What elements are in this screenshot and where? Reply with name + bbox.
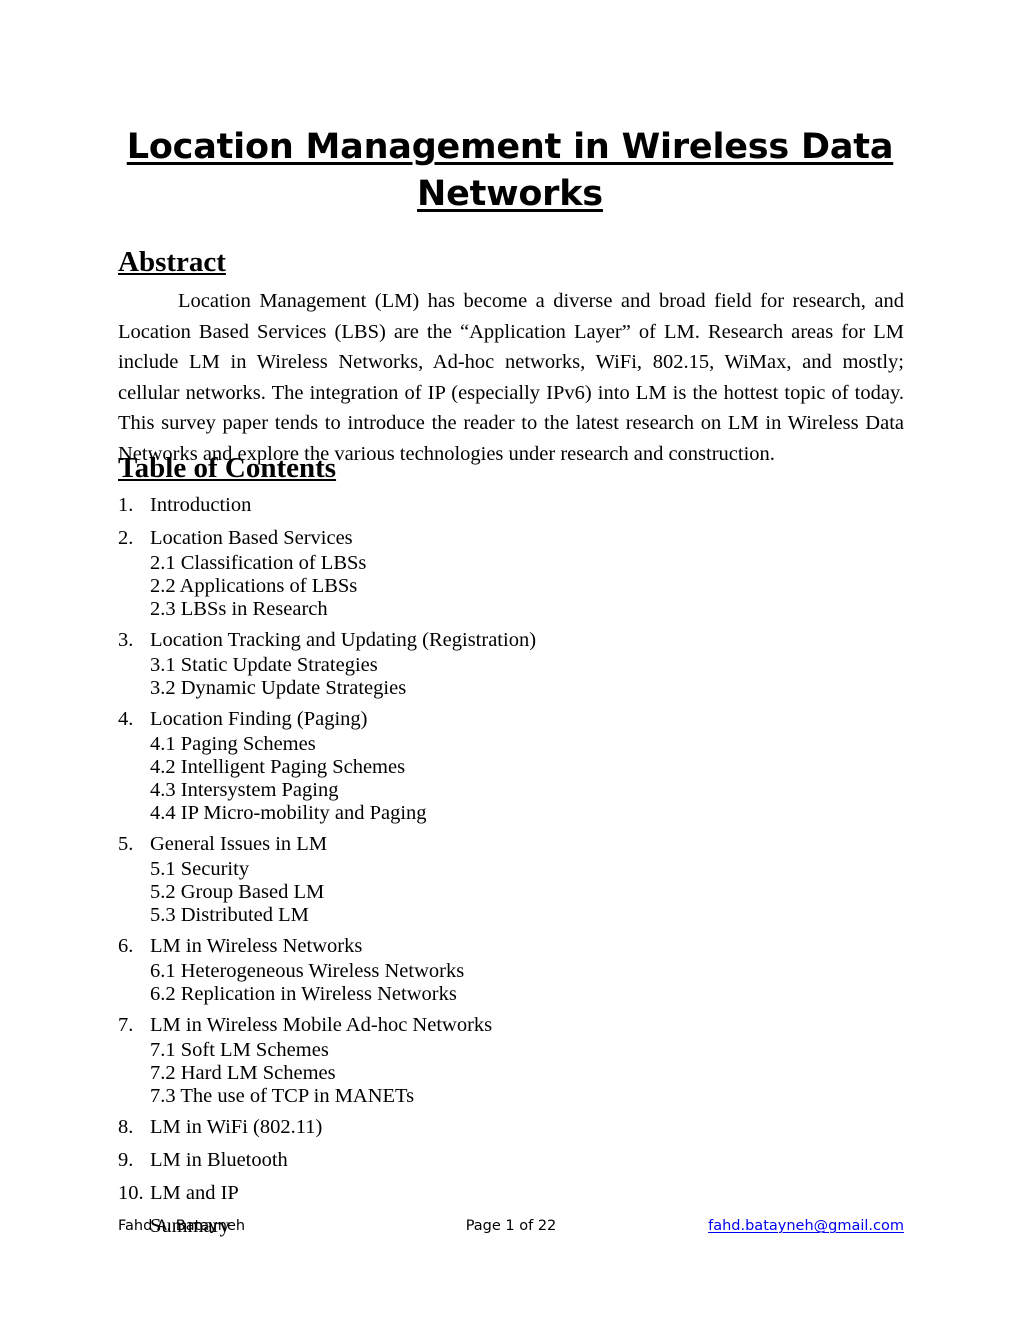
toc-subitem[interactable]: 3.2 Dynamic Update Strategies [150,677,818,700]
toc-subitem[interactable]: 3.1 Static Update Strategies [150,654,818,677]
toc-item-number: 10. [118,1182,144,1204]
toc-item-number: 2. [118,527,134,549]
toc-item[interactable]: 8. LM in WiFi (802.11) [118,1113,818,1141]
toc-subitem[interactable]: 6.2 Replication in Wireless Networks [150,983,818,1006]
toc-item-label: LM in Wireless Networks [150,935,363,957]
toc-subitem[interactable]: 7.1 Soft LM Schemes [150,1039,818,1062]
toc-item-label: LM in WiFi (802.11) [150,1116,323,1138]
toc-item[interactable]: 5. General Issues in LM [118,830,818,858]
toc-subitem[interactable]: 2.3 LBSs in Research [150,598,818,621]
toc-item-label: LM in Bluetooth [150,1149,288,1171]
page-title-line-2: Networks [417,174,603,214]
toc-entry: 8. LM in WiFi (802.11) [118,1113,818,1141]
abstract-heading: Abstract [118,246,226,278]
toc-item-number: 4. [118,708,134,730]
toc-subitem[interactable]: 4.1 Paging Schemes [150,733,818,756]
page-title: Location Management in Wireless Data Net… [118,124,902,218]
toc-entry: 1. Introduction [118,491,818,519]
toc-entry: 6. LM in Wireless Networks 6.1 Heterogeneo… [118,932,818,1006]
toc-subitem[interactable]: 4.4 IP Micro-mobility and Paging [150,802,818,825]
toc-item[interactable]: 9. LM in Bluetooth [118,1146,818,1174]
toc-subitem[interactable]: 5.1 Security [150,858,818,881]
toc-item[interactable]: 4. Location Finding (Paging) [118,705,818,733]
document-page: Location Management in Wireless Data Net… [0,0,1020,1320]
toc-subitem[interactable]: 2.2 Applications of LBSs [150,575,818,598]
footer-email-link[interactable]: fahd.batayneh@gmail.com [708,1218,904,1234]
toc-entry: 9. LM in Bluetooth [118,1146,818,1174]
page-footer: Fahd A. Batayneh Page 1 of 22 fahd.batay… [118,1214,904,1238]
page-title-line-1: Location Management in Wireless Data [126,127,894,167]
toc-item[interactable]: 2. Location Based Services [118,524,818,552]
footer-email-link-wrapper: fahd.batayneh@gmail.com [708,1214,904,1238]
toc-subitem[interactable]: 4.2 Intelligent Paging Schemes [150,756,818,779]
toc-item-number: 9. [118,1149,134,1171]
toc-subitem[interactable]: 7.2 Hard LM Schemes [150,1062,818,1085]
toc-item[interactable]: 1. Introduction [118,491,818,519]
toc-item-number: 5. [118,833,134,855]
toc-entry: 3. Location Tracking and Updating (Regist… [118,626,818,700]
table-of-contents-list: 1. Introduction 2. Location Based Services 2… [118,491,818,1240]
toc-item[interactable]: 7. LM in Wireless Mobile Ad-hoc Networks [118,1011,818,1039]
toc-item-label: General Issues in LM [150,833,328,855]
toc-item[interactable]: 6. LM in Wireless Networks [118,932,818,960]
toc-item-label: Location Finding (Paging) [150,708,368,730]
toc-item-number: 1. [118,494,134,516]
table-of-contents-heading: Table of Contents [118,452,337,484]
toc-subitem[interactable]: 2.1 Classification of LBSs [150,552,818,575]
toc-entry: 2. Location Based Services 2.1 Classificat… [118,524,818,621]
toc-entry: 5. General Issues in LM 5.1 Security 5.2 Gr… [118,830,818,927]
toc-item-number: 8. [118,1116,134,1138]
toc-item-label: LM and IP [150,1182,239,1204]
toc-item-number: 6. [118,935,134,957]
toc-subitem[interactable]: 5.2 Group Based LM [150,881,818,904]
toc-subitem[interactable]: 5.3 Distributed LM [150,904,818,927]
toc-item[interactable]: 10. LM and IP [118,1179,818,1207]
toc-item[interactable]: 3. Location Tracking and Updating (Regist… [118,626,818,654]
toc-subitem[interactable]: 7.3 The use of TCP in MANETs [150,1085,818,1108]
toc-item-number: 3. [118,629,134,651]
toc-item-label: LM in Wireless Mobile Ad-hoc Networks [150,1014,493,1036]
toc-subitem[interactable]: 4.3 Intersystem Paging [150,779,818,802]
toc-item-label: Location Based Services [150,527,353,549]
toc-item-label: Introduction [150,494,252,516]
toc-item-label: Location Tracking and Updating (Registra… [150,629,537,651]
toc-entry: 4. Location Finding (Paging) 4.1 Paging Sc… [118,705,818,825]
toc-entry: 10. LM and IP [118,1179,818,1207]
abstract-body: Location Management (LM) has become a di… [118,290,904,465]
toc-subitem[interactable]: 6.1 Heterogeneous Wireless Networks [150,960,818,983]
toc-entry: 7. LM in Wireless Mobile Ad-hoc Networks 7… [118,1011,818,1108]
toc-item-number: 7. [118,1014,134,1036]
